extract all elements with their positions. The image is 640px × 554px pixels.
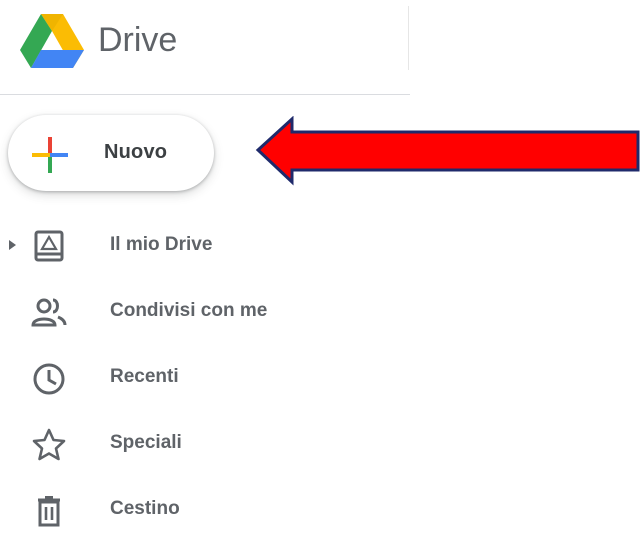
google-drive-logo-icon[interactable]: [20, 12, 84, 68]
people-icon: [31, 298, 67, 327]
sidebar-item-label: Condivisi con me: [110, 300, 268, 321]
sidebar-item-label: Cestino: [110, 498, 180, 519]
sidebar-item-recent[interactable]: Recenti: [0, 344, 410, 410]
sidebar-item-trash[interactable]: Cestino: [0, 476, 410, 542]
sidebar-item-shared[interactable]: Condivisi con me: [0, 278, 410, 344]
new-button[interactable]: Nuovo: [8, 115, 214, 191]
plus-icon: [32, 137, 68, 173]
sidebar-item-label: Il mio Drive: [110, 234, 213, 255]
trash-icon: [38, 496, 60, 527]
sidebar-item-my-drive[interactable]: Il mio Drive: [0, 212, 410, 278]
star-icon: [32, 428, 66, 461]
new-button-label: Nuovo: [104, 141, 168, 163]
app-title: Drive: [98, 21, 178, 59]
sidebar-item-label: Recenti: [110, 366, 179, 387]
sidebar-item-starred[interactable]: Speciali: [0, 410, 410, 476]
clock-icon: [33, 363, 65, 395]
drive-window: Drive Nuovo Il mio Drive Condivisi con m…: [0, 0, 640, 554]
caret-right-icon[interactable]: [6, 238, 18, 252]
red-arrow-annotation: [255, 116, 640, 186]
sidebar-item-label: Speciali: [110, 432, 182, 453]
app-header: Drive: [0, 0, 410, 95]
header-divider: [408, 6, 409, 70]
my-drive-icon: [34, 230, 64, 262]
